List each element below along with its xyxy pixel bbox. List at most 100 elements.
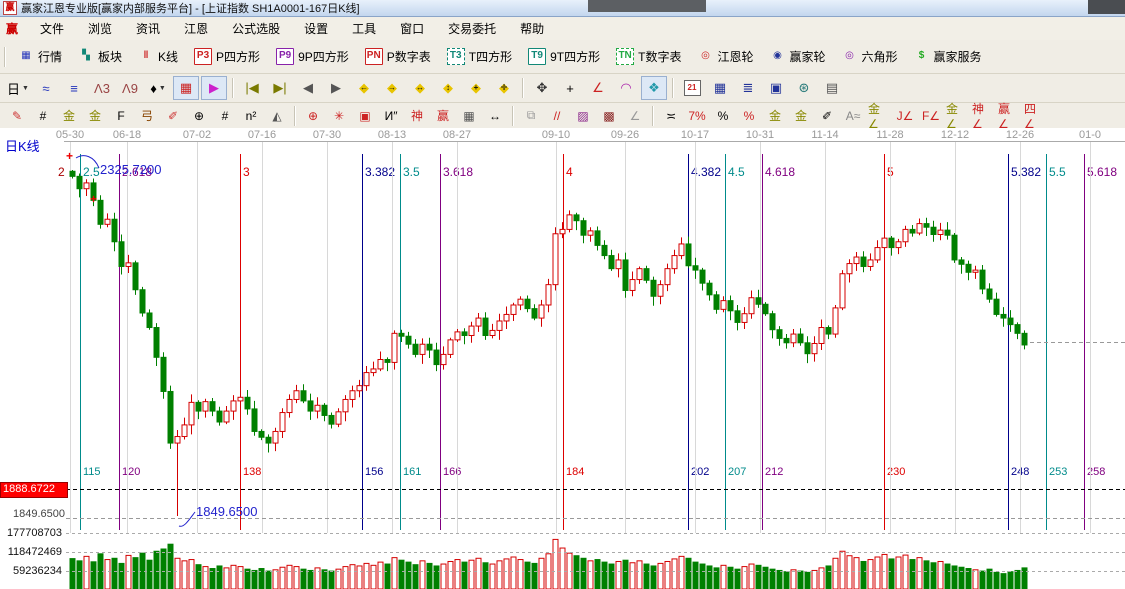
last-bar-button[interactable]: ▶|	[267, 76, 293, 100]
bow-grid-button[interactable]: 弓	[135, 105, 159, 126]
menu-settings[interactable]: 设置	[292, 17, 340, 40]
zoom-in-diamond-button[interactable]: ◆+	[463, 76, 489, 100]
candle-style-button[interactable]: ♦▼	[145, 76, 171, 100]
sectors-button[interactable]: ▚板块	[70, 43, 130, 70]
grid-tool-button[interactable]: #	[31, 105, 55, 126]
zoom-all-diamond-button[interactable]: ◆✛	[491, 76, 517, 100]
protractor-button[interactable]: ◭	[265, 105, 289, 126]
t-square-button[interactable]: T3T四方形	[439, 43, 520, 70]
gold-circle-button[interactable]: 金	[763, 105, 787, 126]
fan-box-button[interactable]: ▨	[571, 105, 595, 126]
square-web-button[interactable]: ▣	[353, 105, 377, 126]
first-bar-button[interactable]: |◀	[239, 76, 265, 100]
wave3-tool-button[interactable]: Λ3	[89, 76, 115, 100]
t-number-table-button[interactable]: TNT数字表	[608, 43, 689, 70]
pct-button[interactable]: %	[711, 105, 735, 126]
gann-wheel-button[interactable]: ◎江恩轮	[689, 43, 761, 70]
win-angle-button[interactable]: 赢∠	[997, 105, 1021, 126]
dropdown-arrow-icon[interactable]: ▼	[159, 85, 166, 92]
menu-browse[interactable]: 浏览	[76, 17, 124, 40]
gold-lines-button[interactable]: 金	[789, 105, 813, 126]
pct-lines-button[interactable]: %	[737, 105, 761, 126]
i-mark-button[interactable]: И″	[379, 105, 403, 126]
print-button[interactable]: ▤	[819, 76, 845, 100]
gold-angle-button[interactable]: 金∠	[867, 105, 891, 126]
candlestick-plot[interactable]	[0, 128, 1125, 589]
p-number-table-button[interactable]: PNP数字表	[357, 43, 439, 70]
hatch-box-button[interactable]: ▩	[597, 105, 621, 126]
gold-grid2-button[interactable]: 金	[83, 105, 107, 126]
pan-hand-button[interactable]: ✥	[529, 76, 555, 100]
save-button[interactable]: ▣	[763, 76, 789, 100]
gann-wave-tool-button[interactable]: ❖	[641, 76, 667, 100]
star-web-button[interactable]: ✳	[327, 105, 351, 126]
crosshair-button[interactable]: +	[557, 76, 583, 100]
ruler-grid-button[interactable]: ▦	[457, 105, 481, 126]
p-square-button[interactable]: P3P四方形	[186, 43, 268, 70]
candle-pen-button[interactable]: ✐	[815, 105, 839, 126]
gann-hat-tool-button[interactable]: ◠	[613, 76, 639, 100]
quotes-button[interactable]: ▦行情	[10, 43, 70, 70]
frame-tool-button[interactable]: ⧉	[519, 105, 543, 126]
width-tool-button[interactable]: ↔	[483, 105, 507, 126]
export-button[interactable]: ⊛	[791, 76, 817, 100]
kline-button[interactable]: ‖K线	[130, 43, 186, 70]
angle-measure-button[interactable]: ∠	[585, 76, 611, 100]
f-angle-button[interactable]: F∠	[919, 105, 943, 126]
pen2-tool-button[interactable]: ✐	[161, 105, 185, 126]
f-grid-button[interactable]: F	[109, 105, 133, 126]
gold-angle2-button[interactable]: 金∠	[945, 105, 969, 126]
menu-gann[interactable]: 江恩	[172, 17, 220, 40]
calendar-button[interactable]: 21	[679, 76, 705, 100]
zoom-v-diamond-button[interactable]: ◆↕	[435, 76, 461, 100]
shen-angle-button[interactable]: 神∠	[971, 105, 995, 126]
dropdown-arrow-icon[interactable]: ▼	[22, 85, 29, 92]
four-angle-button[interactable]: 四∠	[1023, 105, 1047, 126]
wave-tool-button[interactable]: ≈	[33, 76, 59, 100]
gold-grid-button[interactable]: 金	[57, 105, 81, 126]
toolbar-button-label: 六角形	[862, 48, 898, 65]
menu-file[interactable]: 文件	[28, 17, 76, 40]
menu-trade-order[interactable]: 交易委托	[436, 17, 508, 40]
seven-pct-button[interactable]: 7%	[685, 105, 709, 126]
wave9-tool-icon: Λ9	[122, 81, 138, 96]
zoom-h-diamond-button[interactable]: ◆↔	[407, 76, 433, 100]
scale-tool-button[interactable]: ≍	[659, 105, 683, 126]
title-bar[interactable]: 赢 赢家江恩专业版[赢家内部服务平台] - [上证指数 SH1A0001-167…	[0, 0, 1125, 17]
pen-tool-button[interactable]: ✎	[5, 105, 29, 126]
nine-t-square-button[interactable]: T99T四方形	[520, 43, 608, 70]
compass-circle-button[interactable]: ⊕	[301, 105, 325, 126]
circle-grid-button[interactable]: ⊕	[187, 105, 211, 126]
hexagon-button[interactable]: ◎六角形	[834, 43, 906, 70]
calculator-button[interactable]: ▦	[707, 76, 733, 100]
menu-formula-stock-pick[interactable]: 公式选股	[220, 17, 292, 40]
chart-canvas[interactable]: 日K线 1888.6722 1849.6500 2325.7200 1849.6…	[0, 128, 1125, 589]
pan-hand-icon: ✥	[537, 80, 548, 96]
chip-tool-icon: ▦	[180, 80, 192, 96]
wave9-tool-button[interactable]: Λ9	[117, 76, 143, 100]
menu-help[interactable]: 帮助	[508, 17, 556, 40]
info-clipboard-button[interactable]: ≡	[61, 76, 87, 100]
shift-left-diamond-button[interactable]: ◆←	[351, 76, 377, 100]
wave-a-button[interactable]: A≈	[841, 105, 865, 126]
menu-tools[interactable]: 工具	[340, 17, 388, 40]
next-bar-button[interactable]: ▶	[323, 76, 349, 100]
grid2-tool-button[interactable]: #	[213, 105, 237, 126]
menu-window[interactable]: 窗口	[388, 17, 436, 40]
n-squared-button[interactable]: n²	[239, 105, 263, 126]
shift-right-diamond-button[interactable]: ◆→	[379, 76, 405, 100]
fan-lines-button[interactable]: //	[545, 105, 569, 126]
winner-service-button[interactable]: $赢家服务	[906, 43, 990, 70]
j-angle-button[interactable]: J∠	[893, 105, 917, 126]
win-grid-button[interactable]: 赢	[431, 105, 455, 126]
chip-distribution-button[interactable]: ▶	[201, 76, 227, 100]
period-day-button[interactable]: 日▼	[5, 76, 31, 100]
winner-wheel-button[interactable]: ◉赢家轮	[761, 43, 833, 70]
chip-tool-button[interactable]: ▦	[173, 76, 199, 100]
nine-p-square-button[interactable]: P99P四方形	[268, 43, 357, 70]
angle-line-button[interactable]: ∠	[623, 105, 647, 126]
menu-news[interactable]: 资讯	[124, 17, 172, 40]
shen-grid-button[interactable]: 神	[405, 105, 429, 126]
notes-button[interactable]: ≣	[735, 76, 761, 100]
prev-bar-button[interactable]: ◀	[295, 76, 321, 100]
